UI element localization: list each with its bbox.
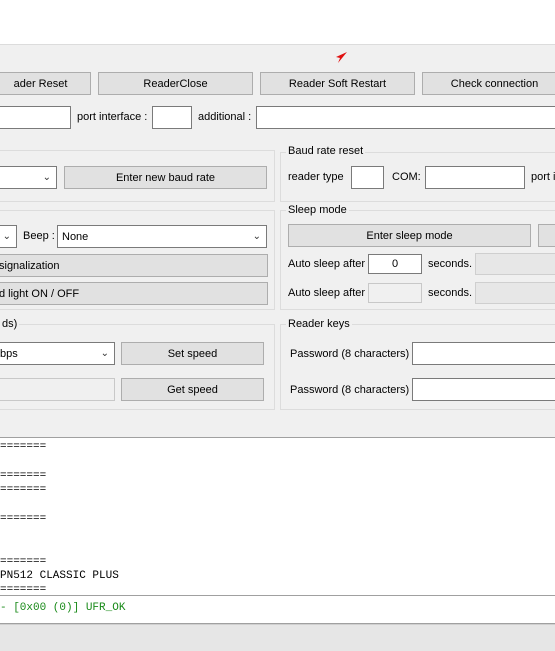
get-auto-sleep-button[interactable]	[475, 282, 555, 304]
password-label-1: Password (8 characters) :	[290, 348, 416, 360]
exit-sleep-mode-button[interactable]	[538, 224, 555, 247]
set-speed-button[interactable]: Set speed	[121, 342, 264, 365]
enter-new-baud-rate-button[interactable]: Enter new baud rate	[64, 166, 267, 189]
log-line: =======	[0, 484, 47, 496]
beep-value: None	[62, 230, 89, 243]
seconds-label-1: seconds.	[428, 258, 473, 270]
log-line: =======	[0, 441, 47, 453]
port-interface-partial-label: port i	[531, 171, 555, 183]
chevron-down-icon: ⌄	[42, 171, 51, 183]
speed-group-title: ds)	[0, 318, 20, 330]
log-line: =======	[0, 556, 47, 568]
password-label-2: Password (8 characters) :	[290, 384, 416, 396]
auto-sleep-label-2: Auto sleep after	[288, 287, 366, 299]
check-connection-button[interactable]: Check connection	[422, 72, 555, 95]
seconds-label-2: seconds.	[428, 287, 473, 299]
auto-sleep-read-field	[368, 283, 422, 303]
speed-value: bps	[0, 347, 18, 360]
light-mode-select[interactable]: ⌄	[0, 225, 17, 248]
baud-rate-select[interactable]: ⌄	[0, 166, 57, 189]
enter-sleep-mode-button[interactable]: Enter sleep mode	[288, 224, 531, 247]
chevron-down-icon: ⌄	[252, 230, 261, 242]
password-field-2[interactable]	[412, 378, 555, 401]
speed-readout-field	[0, 378, 115, 401]
baud-rate-reset-title: Baud rate reset	[286, 145, 366, 157]
reader-keys-title: Reader keys	[286, 318, 352, 330]
sleep-mode-title: Sleep mode	[286, 204, 349, 216]
log-line: =======	[0, 470, 47, 482]
top-panel	[0, 0, 555, 45]
beep-select[interactable]: None ⌄	[57, 225, 267, 248]
additional-field[interactable]	[256, 106, 555, 129]
chevron-down-icon: ⌄	[100, 347, 109, 359]
reader-reset-button[interactable]: ader Reset	[0, 72, 91, 95]
log-line: =======	[0, 513, 47, 525]
status-bar	[0, 624, 555, 651]
chevron-down-icon: ⌄	[2, 230, 11, 242]
additional-label: additional :	[198, 111, 252, 123]
signalization-button[interactable]: signalization	[0, 254, 268, 277]
com-field[interactable]	[425, 166, 525, 189]
log-divider	[0, 595, 555, 596]
log-output[interactable]: ======= ======= ======= ======= ======= …	[0, 437, 555, 624]
cursor-arrow-icon	[336, 52, 347, 63]
status-line: - [0x00 (0)] UFR_OK	[0, 602, 126, 614]
get-speed-button[interactable]: Get speed	[121, 378, 264, 401]
beep-label: Beep :	[23, 230, 55, 242]
set-auto-sleep-button[interactable]	[475, 253, 555, 275]
reader-type-label: reader type	[288, 171, 344, 183]
port-interface-label: port interface :	[77, 111, 148, 123]
port-interface-field[interactable]	[152, 106, 192, 129]
auto-sleep-label-1: Auto sleep after	[288, 258, 366, 270]
speed-select[interactable]: bps ⌄	[0, 342, 115, 365]
password-field-1[interactable]	[412, 342, 555, 365]
auto-sleep-seconds-field[interactable]: 0	[368, 254, 422, 274]
log-line: PN512 CLASSIC PLUS	[0, 570, 119, 582]
light-on-off-button[interactable]: d light ON / OFF	[0, 282, 268, 305]
reader-close-button[interactable]: ReaderClose	[98, 72, 253, 95]
com-label: COM:	[392, 171, 421, 183]
port-field[interactable]	[0, 106, 71, 129]
reader-type-field[interactable]	[351, 166, 384, 189]
reader-soft-restart-button[interactable]: Reader Soft Restart	[260, 72, 415, 95]
